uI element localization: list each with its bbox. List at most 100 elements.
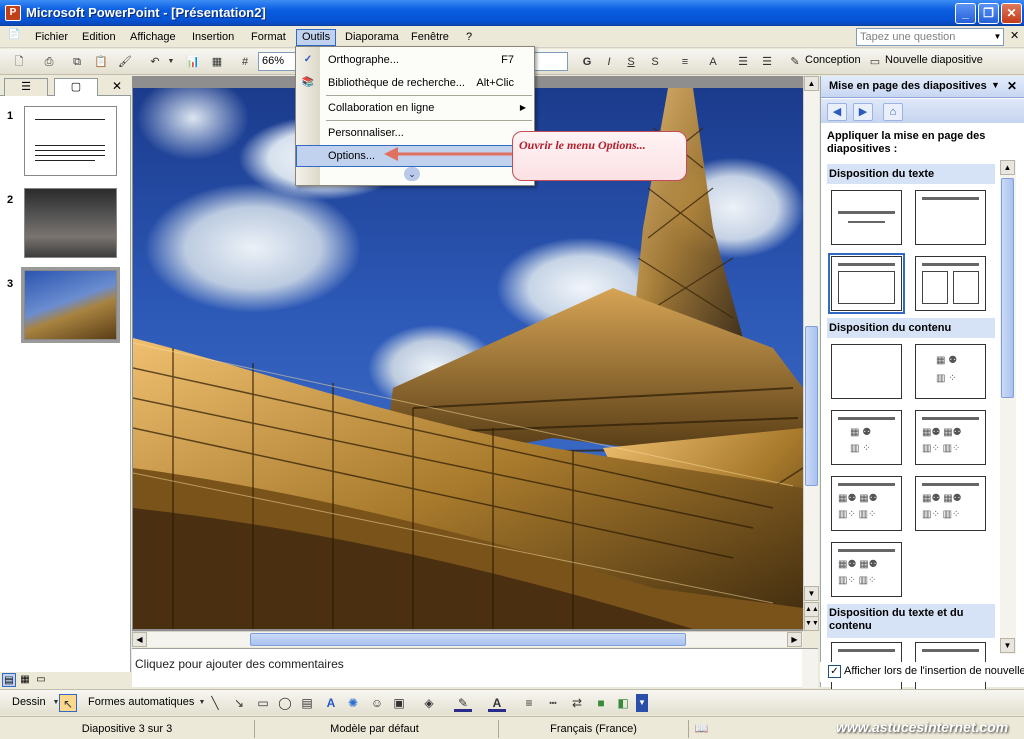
draw-menu-button[interactable]: Dessin [12, 696, 46, 708]
forward-icon[interactable]: ▶ [853, 103, 873, 121]
font-grow-icon[interactable]: A [704, 53, 722, 71]
scroll-down-icon[interactable]: ▼ [1000, 638, 1015, 653]
line-color-icon[interactable]: ✎ [454, 694, 472, 712]
show-on-insert-checkbox[interactable]: ✓ [828, 665, 841, 678]
layout-title-two-content[interactable]: ▦⚉ ▦⚉ ▥⁘ ▥⁘ [915, 410, 986, 465]
layout-content[interactable]: ▦ ⚉ ▥ ⁘ [915, 344, 986, 399]
new-slide-icon[interactable]: ▭ [866, 53, 884, 71]
slide-sorter-icon[interactable]: ▦ [18, 673, 32, 687]
slide-thumbnail-1[interactable] [24, 106, 117, 176]
menu-help[interactable]: ? [461, 29, 477, 46]
shadow-icon[interactable]: S [646, 53, 664, 71]
autoshapes-button[interactable]: Formes automatiques [88, 696, 194, 708]
slide-thumbnail-2[interactable] [24, 188, 117, 258]
layout-title-slide[interactable] [831, 190, 902, 245]
menu-item-research[interactable]: 📚 Bibliothèque de recherche... Alt+Clic [296, 72, 534, 94]
home-icon[interactable]: ⌂ [883, 103, 903, 121]
arrow-icon[interactable]: ↘ [230, 694, 248, 712]
layout-title-content-two[interactable]: ▦⚉ ▦⚉ ▥⁘ ▥⁘ [831, 476, 902, 531]
clipart-icon[interactable]: ☺ [368, 694, 386, 712]
close-document-icon[interactable]: ✕ [1010, 29, 1019, 42]
back-icon[interactable]: ◀ [827, 103, 847, 121]
rectangle-icon[interactable]: ▭ [254, 694, 272, 712]
underline-icon[interactable]: S [622, 53, 640, 71]
minimize-button[interactable]: _ [955, 3, 976, 24]
paste-icon[interactable]: 📋 [92, 53, 110, 71]
menu-fenetre[interactable]: Fenêtre [406, 29, 454, 46]
previous-slide-icon[interactable]: ▲▲ [804, 602, 819, 617]
align-left-icon[interactable]: ≡ [676, 53, 694, 71]
next-slide-icon[interactable]: ▼▼ [804, 616, 819, 631]
toolbar-options-icon[interactable]: ▼ [636, 694, 648, 712]
font-color-icon[interactable]: A [488, 694, 506, 712]
show-on-insert-label[interactable]: Afficher lors de l'insertion de nouvelle [844, 665, 1024, 677]
ellipse-icon[interactable]: ◯ [276, 694, 294, 712]
slide-vertical-scrollbar[interactable]: ▲ ▼ ▲▲ ▼▼ [803, 76, 819, 631]
shadow-style-icon[interactable]: ■ [592, 694, 610, 712]
italic-icon[interactable]: I [600, 53, 618, 71]
3d-style-icon[interactable]: ◧ [614, 694, 632, 712]
menu-affichage[interactable]: Affichage [125, 29, 181, 46]
layout-title-text[interactable] [828, 253, 905, 314]
menu-fichier[interactable]: Fichier [30, 29, 73, 46]
scroll-thumb[interactable] [250, 633, 686, 646]
scroll-right-icon[interactable]: ▶ [787, 632, 802, 647]
scroll-thumb[interactable] [1001, 178, 1014, 398]
layout-title-content[interactable]: ▦ ⚉ ▥ ⁘ [831, 410, 902, 465]
menu-item-collaboration[interactable]: Collaboration en ligne ▶ [296, 97, 534, 119]
layout-title-only[interactable] [915, 190, 986, 245]
layout-title-four-content[interactable]: ▦⚉ ▦⚉ ▥⁘ ▥⁘ [831, 542, 902, 597]
new-icon[interactable]: 🗋 [10, 53, 28, 71]
table-icon[interactable]: ▦ [208, 53, 226, 71]
close-icon[interactable]: ✕ [1007, 79, 1017, 93]
select-objects-icon[interactable]: ↖ [59, 694, 77, 712]
outdent-icon[interactable]: ☰ [758, 53, 776, 71]
format-painter-icon[interactable]: 🖌 [116, 53, 134, 71]
powerpoint-icon[interactable]: P [5, 5, 21, 21]
menu-format[interactable]: Format [246, 29, 291, 46]
menu-edition[interactable]: Edition [77, 29, 121, 46]
bold-icon[interactable]: G [578, 53, 596, 71]
document-icon[interactable]: 📄 [8, 29, 28, 45]
restore-button[interactable]: ❐ [978, 3, 999, 24]
fill-color-icon[interactable]: ◈ [420, 694, 438, 712]
new-slide-button[interactable]: Nouvelle diapositive [885, 54, 983, 66]
slides-tab[interactable]: ▢ [54, 78, 98, 96]
slide-horizontal-scrollbar[interactable]: ◀ ▶ [132, 631, 803, 647]
zoom-select[interactable]: 66% [258, 52, 298, 71]
scroll-down-icon[interactable]: ▼ [804, 586, 819, 601]
copy-icon[interactable]: ⧉ [68, 53, 86, 71]
line-icon[interactable]: ╲ [206, 694, 224, 712]
notes-placeholder[interactable]: Cliquez pour ajouter des commentaires [135, 657, 344, 671]
picture-icon[interactable]: ▣ [390, 694, 408, 712]
grid-icon[interactable]: # [236, 53, 254, 71]
spelling-status-icon[interactable]: 📖 [688, 720, 714, 738]
font-size-select[interactable] [534, 52, 568, 71]
slide-thumbnail-3[interactable] [21, 267, 120, 343]
language-indicator[interactable]: Français (France) [498, 720, 688, 738]
scroll-left-icon[interactable]: ◀ [132, 632, 147, 647]
design-icon[interactable]: ✎ [786, 53, 804, 71]
scroll-up-icon[interactable]: ▲ [1000, 160, 1015, 175]
layout-blank[interactable] [831, 344, 902, 399]
scroll-up-icon[interactable]: ▲ [804, 76, 819, 91]
help-question-input[interactable]: Tapez une question [856, 28, 1004, 46]
slideshow-icon[interactable]: ▭ [34, 673, 48, 687]
menu-item-spelling[interactable]: ✓ Orthographe... F7 [296, 49, 534, 71]
indent-icon[interactable]: ☰ [734, 53, 752, 71]
layout-title-two-content-alt[interactable]: ▦⚉ ▦⚉ ▥⁘ ▥⁘ [915, 476, 986, 531]
chevron-down-icon[interactable]: ▼ [992, 29, 1003, 45]
print-icon[interactable]: ⎙ [40, 53, 58, 71]
wordart-icon[interactable]: A [322, 694, 340, 712]
chart-icon[interactable]: 📊 [184, 53, 202, 71]
menu-insertion[interactable]: Insertion [187, 29, 239, 46]
arrow-style-icon[interactable]: ⇄ [568, 694, 586, 712]
layout-two-columns-text[interactable] [915, 256, 986, 311]
design-button[interactable]: Conception [805, 54, 861, 66]
line-style-icon[interactable]: ≡ [520, 694, 538, 712]
menu-outils[interactable]: Outils [296, 29, 337, 46]
dash-style-icon[interactable]: ┅ [544, 694, 562, 712]
textbox-icon[interactable]: ▤ [298, 694, 316, 712]
normal-view-icon[interactable]: ▤ [2, 673, 16, 687]
notes-scrollbar[interactable] [802, 649, 818, 688]
